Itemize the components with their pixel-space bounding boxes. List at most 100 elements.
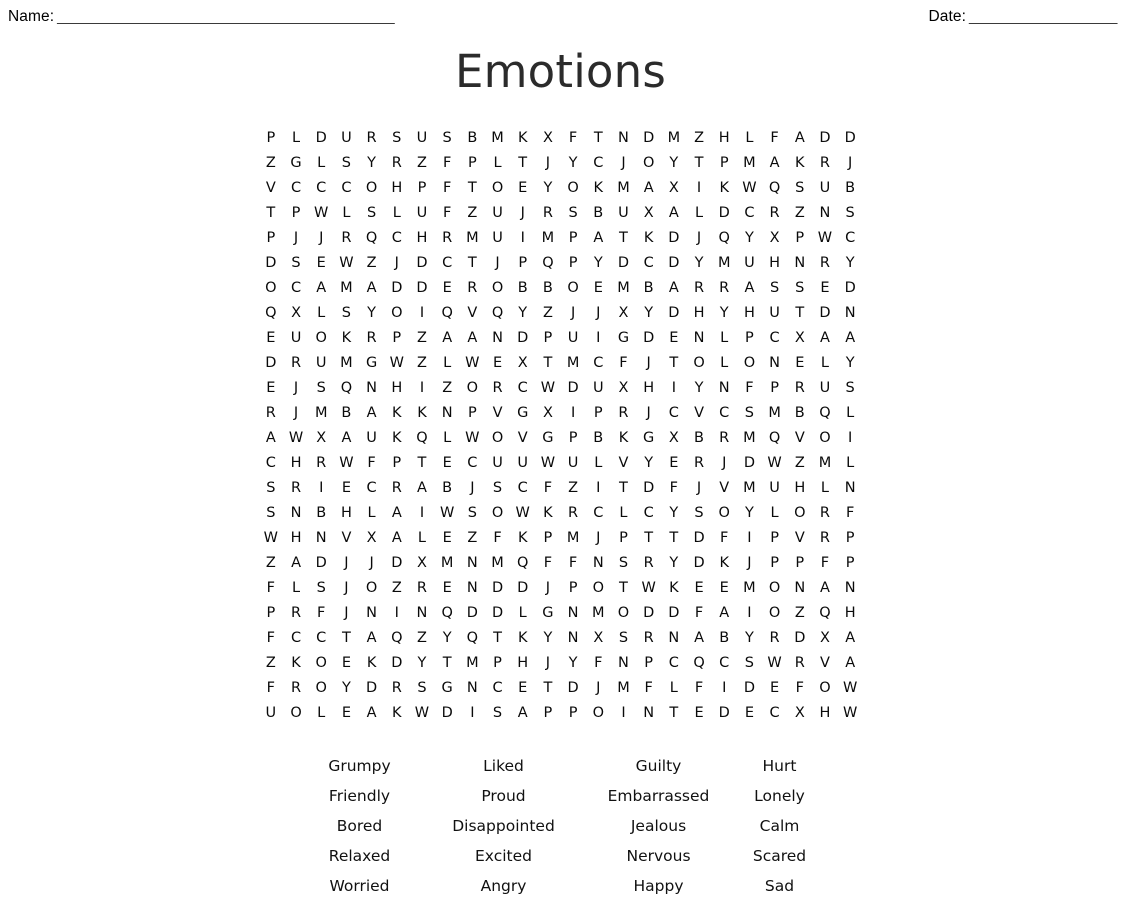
grid-letter[interactable]: V (787, 426, 812, 451)
grid-letter[interactable]: J (283, 401, 308, 426)
grid-letter[interactable]: N (460, 576, 485, 601)
grid-letter[interactable]: J (586, 526, 611, 551)
grid-letter[interactable]: F (838, 501, 863, 526)
grid-letter[interactable]: J (334, 576, 359, 601)
grid-letter[interactable]: S (283, 251, 308, 276)
grid-letter[interactable]: A (762, 151, 787, 176)
word-list-item[interactable]: Friendly (296, 782, 424, 812)
grid-letter[interactable]: R (435, 226, 460, 251)
grid-letter[interactable]: G (535, 601, 560, 626)
grid-letter[interactable]: M (737, 151, 762, 176)
grid-letter[interactable]: P (561, 251, 586, 276)
grid-letter[interactable]: U (762, 301, 787, 326)
grid-letter[interactable]: C (283, 626, 308, 651)
grid-letter[interactable]: B (460, 126, 485, 151)
grid-letter[interactable]: Z (535, 301, 560, 326)
grid-letter[interactable]: U (812, 176, 837, 201)
grid-letter[interactable]: H (409, 226, 434, 251)
grid-letter[interactable]: D (838, 126, 863, 151)
grid-letter[interactable]: R (686, 276, 711, 301)
grid-letter[interactable]: O (359, 176, 384, 201)
grid-letter[interactable]: V (686, 401, 711, 426)
grid-letter[interactable]: E (686, 701, 711, 726)
grid-letter[interactable]: R (812, 151, 837, 176)
grid-letter[interactable]: I (661, 376, 686, 401)
grid-letter[interactable]: W (535, 451, 560, 476)
grid-letter[interactable]: U (409, 201, 434, 226)
grid-letter[interactable]: U (510, 451, 535, 476)
grid-letter[interactable]: O (283, 701, 308, 726)
grid-letter[interactable]: O (762, 576, 787, 601)
grid-letter[interactable]: V (812, 651, 837, 676)
grid-letter[interactable]: E (686, 576, 711, 601)
grid-letter[interactable]: Y (686, 251, 711, 276)
grid-letter[interactable]: K (334, 326, 359, 351)
grid-letter[interactable]: A (586, 226, 611, 251)
grid-letter[interactable]: I (409, 376, 434, 401)
grid-letter[interactable]: I (409, 301, 434, 326)
grid-letter[interactable]: L (384, 201, 409, 226)
grid-letter[interactable]: E (435, 276, 460, 301)
grid-letter[interactable]: U (586, 376, 611, 401)
grid-letter[interactable]: R (812, 501, 837, 526)
grid-letter[interactable]: S (611, 626, 636, 651)
grid-letter[interactable]: D (787, 626, 812, 651)
grid-letter[interactable]: Z (787, 601, 812, 626)
grid-letter[interactable]: K (661, 576, 686, 601)
grid-letter[interactable]: M (712, 251, 737, 276)
grid-letter[interactable]: I (737, 601, 762, 626)
grid-letter[interactable]: P (384, 326, 409, 351)
grid-letter[interactable]: Y (334, 676, 359, 701)
grid-letter[interactable]: U (485, 201, 510, 226)
grid-letter[interactable]: V (485, 401, 510, 426)
grid-letter[interactable]: L (283, 126, 308, 151)
grid-letter[interactable]: Y (435, 626, 460, 651)
grid-letter[interactable]: Y (737, 226, 762, 251)
grid-letter[interactable]: O (762, 601, 787, 626)
grid-letter[interactable]: E (334, 476, 359, 501)
grid-letter[interactable]: S (737, 651, 762, 676)
grid-letter[interactable]: E (586, 276, 611, 301)
grid-letter[interactable]: E (435, 526, 460, 551)
grid-letter[interactable]: V (510, 426, 535, 451)
grid-letter[interactable]: P (485, 651, 510, 676)
grid-letter[interactable]: D (309, 126, 334, 151)
grid-letter[interactable]: D (636, 476, 661, 501)
grid-letter[interactable]: O (737, 351, 762, 376)
grid-letter[interactable]: R (712, 426, 737, 451)
grid-letter[interactable]: S (334, 151, 359, 176)
grid-letter[interactable]: K (712, 551, 737, 576)
grid-letter[interactable]: H (787, 476, 812, 501)
grid-letter[interactable]: X (787, 701, 812, 726)
grid-letter[interactable]: M (586, 601, 611, 626)
grid-letter[interactable]: W (460, 426, 485, 451)
grid-letter[interactable]: Y (535, 626, 560, 651)
grid-letter[interactable]: U (283, 326, 308, 351)
grid-letter[interactable]: T (510, 151, 535, 176)
word-list-item[interactable]: Worried (296, 872, 424, 902)
word-list-item[interactable]: Scared (734, 842, 826, 872)
grid-letter[interactable]: B (435, 476, 460, 501)
grid-letter[interactable]: D (561, 676, 586, 701)
grid-letter[interactable]: S (686, 501, 711, 526)
grid-letter[interactable]: W (334, 251, 359, 276)
grid-letter[interactable]: A (409, 476, 434, 501)
grid-letter[interactable]: P (762, 376, 787, 401)
grid-letter[interactable]: Z (409, 351, 434, 376)
grid-letter[interactable]: Y (636, 451, 661, 476)
grid-letter[interactable]: Y (737, 626, 762, 651)
grid-letter[interactable]: A (334, 426, 359, 451)
grid-letter[interactable]: N (409, 601, 434, 626)
grid-letter[interactable]: C (636, 501, 661, 526)
grid-letter[interactable]: W (762, 451, 787, 476)
grid-letter[interactable]: P (409, 176, 434, 201)
grid-letter[interactable]: P (586, 401, 611, 426)
grid-letter[interactable]: R (309, 451, 334, 476)
grid-letter[interactable]: R (762, 201, 787, 226)
grid-letter[interactable]: L (762, 501, 787, 526)
grid-letter[interactable]: J (611, 151, 636, 176)
grid-letter[interactable]: D (561, 376, 586, 401)
grid-letter[interactable]: J (535, 151, 560, 176)
grid-letter[interactable]: Y (510, 301, 535, 326)
grid-letter[interactable]: J (535, 651, 560, 676)
